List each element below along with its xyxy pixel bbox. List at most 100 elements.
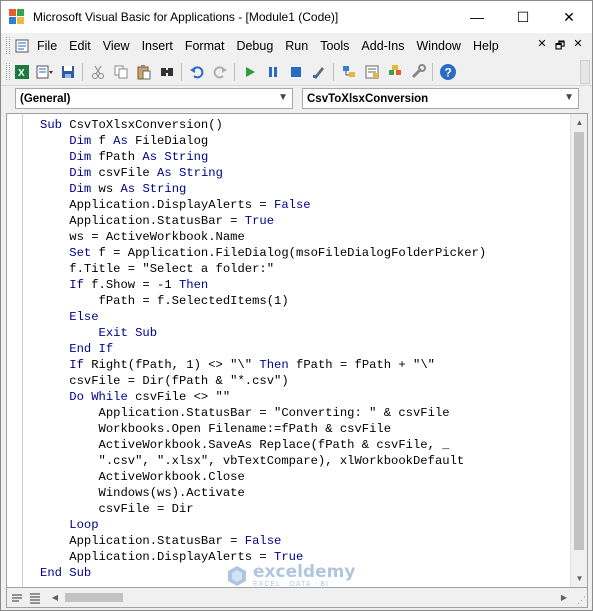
mdi-close-button[interactable]: ✕ bbox=[572, 37, 584, 56]
code-text[interactable]: Sub CsvToXlsxConversion() Dim f As FileD… bbox=[40, 117, 570, 585]
reset-icon[interactable] bbox=[284, 61, 307, 83]
insert-module-icon[interactable] bbox=[33, 61, 56, 83]
code-editor[interactable]: Sub CsvToXlsxConversion() Dim f As FileD… bbox=[6, 113, 588, 588]
toolbox-icon[interactable] bbox=[406, 61, 429, 83]
code-line[interactable]: Application.StatusBar = True bbox=[40, 213, 570, 229]
code-line[interactable]: Application.StatusBar = "Converting: " &… bbox=[40, 405, 570, 421]
procedure-view-icon[interactable] bbox=[9, 590, 25, 606]
code-line[interactable]: csvFile = Dir(fPath & "*.csv") bbox=[40, 373, 570, 389]
break-icon[interactable] bbox=[261, 61, 284, 83]
window-title: Microsoft Visual Basic for Applications … bbox=[33, 10, 339, 24]
redo-icon[interactable] bbox=[208, 61, 231, 83]
standard-toolbar: X ? bbox=[1, 58, 592, 86]
code-token: csvFile bbox=[91, 166, 158, 180]
code-line[interactable]: Dim f As FileDialog bbox=[40, 133, 570, 149]
vertical-scrollbar[interactable]: ▲ ▼ bbox=[570, 114, 587, 587]
menu-debug[interactable]: Debug bbox=[230, 39, 279, 53]
mdi-minimize-button[interactable]: ✕ bbox=[536, 37, 548, 56]
full-module-view-icon[interactable] bbox=[27, 590, 43, 606]
code-line[interactable]: Application.DisplayAlerts = False bbox=[40, 197, 570, 213]
code-line[interactable]: Workbooks.Open Filename:=fPath & csvFile bbox=[40, 421, 570, 437]
code-token: ActiveWorkbook.Close bbox=[40, 470, 245, 484]
find-icon[interactable] bbox=[155, 61, 178, 83]
code-line[interactable]: Do While csvFile <> "" bbox=[40, 389, 570, 405]
chevron-down-icon[interactable]: ▼ bbox=[278, 92, 288, 103]
code-line[interactable]: Sub CsvToXlsxConversion() bbox=[40, 117, 570, 133]
exceldemy-watermark: exceldemy EXCEL · DATA · BI bbox=[225, 563, 355, 588]
menu-view[interactable]: View bbox=[97, 39, 136, 53]
object-browser-icon[interactable] bbox=[383, 61, 406, 83]
code-keyword: Set bbox=[40, 246, 92, 260]
chevron-down-icon[interactable]: ▼ bbox=[564, 92, 574, 103]
save-icon[interactable] bbox=[56, 61, 79, 83]
breakpoint-margin[interactable] bbox=[7, 114, 23, 587]
menu-edit[interactable]: Edit bbox=[63, 39, 97, 53]
code-line[interactable]: Dim csvFile As String bbox=[40, 165, 570, 181]
horizontal-scroll-thumb[interactable] bbox=[65, 593, 123, 602]
menu-tools[interactable]: Tools bbox=[314, 39, 355, 53]
menu-file[interactable]: File bbox=[31, 39, 63, 53]
code-line[interactable]: Else bbox=[40, 309, 570, 325]
code-line[interactable]: Loop bbox=[40, 517, 570, 533]
resize-grip-icon[interactable]: ⋰ bbox=[577, 595, 586, 606]
procedure-combo[interactable]: CsvToXlsxConversion ▼ bbox=[302, 88, 579, 109]
code-line[interactable]: ActiveWorkbook.Close bbox=[40, 469, 570, 485]
code-line[interactable]: ActiveWorkbook.SaveAs Replace(fPath & cs… bbox=[40, 437, 570, 453]
module-menu-icon[interactable] bbox=[13, 37, 31, 55]
code-line[interactable]: Set f = Application.FileDialog(msoFileDi… bbox=[40, 245, 570, 261]
scroll-up-icon[interactable]: ▲ bbox=[571, 114, 588, 131]
menu-run[interactable]: Run bbox=[279, 39, 314, 53]
run-icon[interactable] bbox=[238, 61, 261, 83]
code-line[interactable]: ".csv", ".xlsx", vbTextCompare), xlWorkb… bbox=[40, 453, 570, 469]
code-line[interactable]: If f.Show = -1 Then bbox=[40, 277, 570, 293]
menu-insert[interactable]: Insert bbox=[136, 39, 179, 53]
code-line[interactable]: If Right(fPath, 1) <> "\" Then fPath = f… bbox=[40, 357, 570, 373]
menubar-grip-icon[interactable] bbox=[6, 37, 10, 54]
code-line[interactable]: End If bbox=[40, 341, 570, 357]
scroll-down-icon[interactable]: ▼ bbox=[571, 570, 588, 587]
undo-icon[interactable] bbox=[185, 61, 208, 83]
horizontal-scrollbar[interactable]: ◀ ▶ bbox=[47, 589, 572, 606]
design-mode-icon[interactable] bbox=[307, 61, 330, 83]
project-explorer-icon[interactable] bbox=[337, 61, 360, 83]
menu-window[interactable]: Window bbox=[411, 39, 467, 53]
code-line[interactable]: fPath = f.SelectedItems(1) bbox=[40, 293, 570, 309]
menu-format[interactable]: Format bbox=[179, 39, 231, 53]
vertical-scroll-thumb[interactable] bbox=[574, 132, 584, 550]
code-line[interactable]: Exit Sub bbox=[40, 325, 570, 341]
maximize-button[interactable]: ☐ bbox=[500, 1, 546, 33]
code-keyword: As bbox=[142, 150, 158, 164]
code-line[interactable]: ws = ActiveWorkbook.Name bbox=[40, 229, 570, 245]
toolbar-separator bbox=[234, 62, 235, 81]
watermark-tagline: EXCEL · DATA · BI bbox=[253, 581, 329, 588]
code-keyword: String bbox=[179, 166, 223, 180]
code-line[interactable]: f.Title = "Select a folder:" bbox=[40, 261, 570, 277]
help-icon[interactable]: ? bbox=[436, 61, 459, 83]
scroll-left-icon[interactable]: ◀ bbox=[47, 589, 63, 606]
menu-bar: File Edit View Insert Format Debug Run T… bbox=[1, 33, 592, 58]
window-controls: — ☐ ✕ bbox=[454, 1, 592, 33]
code-token: ws = ActiveWorkbook.Name bbox=[40, 230, 245, 244]
cut-icon[interactable] bbox=[86, 61, 109, 83]
vba-editor-window: Microsoft Visual Basic for Applications … bbox=[0, 0, 593, 611]
mdi-restore-button[interactable]: 🗗 bbox=[554, 37, 566, 56]
menu-help[interactable]: Help bbox=[467, 39, 505, 53]
code-line[interactable]: Application.StatusBar = False bbox=[40, 533, 570, 549]
view-excel-icon[interactable]: X bbox=[10, 61, 33, 83]
minimize-button[interactable]: — bbox=[454, 1, 500, 33]
close-button[interactable]: ✕ bbox=[546, 1, 592, 33]
properties-icon[interactable] bbox=[360, 61, 383, 83]
code-line[interactable]: Dim ws As String bbox=[40, 181, 570, 197]
menu-add-ins[interactable]: Add-Ins bbox=[355, 39, 410, 53]
code-line[interactable]: Windows(ws).Activate bbox=[40, 485, 570, 501]
code-keyword: Then bbox=[178, 278, 209, 292]
scroll-right-icon[interactable]: ▶ bbox=[556, 589, 572, 606]
paste-icon[interactable] bbox=[132, 61, 155, 83]
copy-icon[interactable] bbox=[109, 61, 132, 83]
horizontal-scroll-track[interactable] bbox=[63, 589, 556, 606]
code-line[interactable]: Dim fPath As String bbox=[40, 149, 570, 165]
object-combo[interactable]: (General) ▼ bbox=[15, 88, 293, 109]
toolbar-overflow[interactable] bbox=[580, 60, 590, 84]
code-line[interactable]: csvFile = Dir bbox=[40, 501, 570, 517]
